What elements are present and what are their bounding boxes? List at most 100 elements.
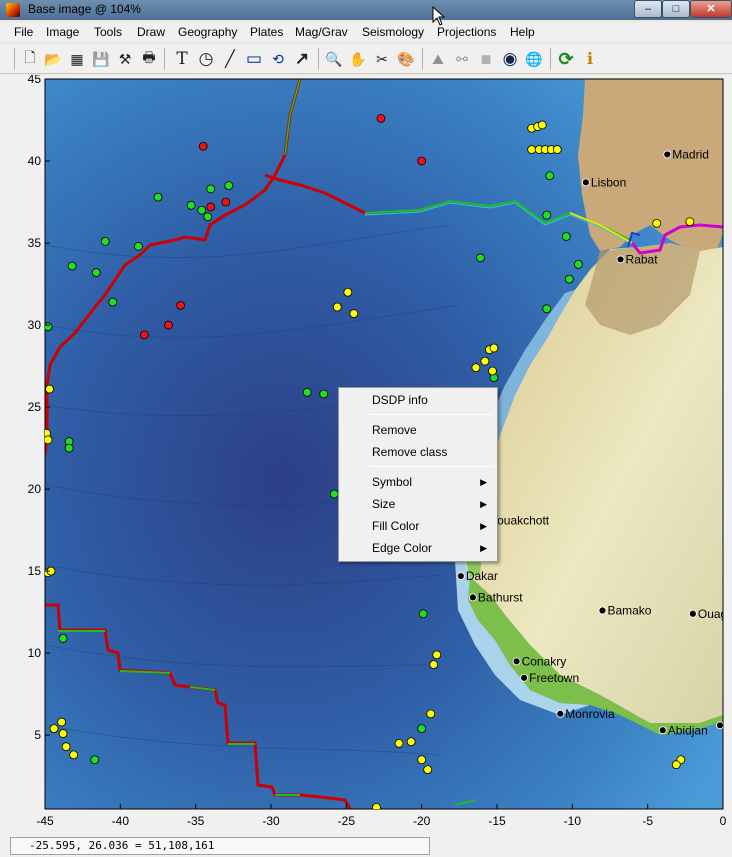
text-icon[interactable]: T bbox=[172, 49, 192, 69]
color-palette-icon[interactable]: 🎨 bbox=[396, 49, 416, 69]
dsdp-site-marker-yellow[interactable] bbox=[394, 738, 404, 748]
menu-item-remove[interactable]: Remove bbox=[339, 420, 497, 440]
menu-tools[interactable]: Tools bbox=[94, 25, 122, 39]
dsdp-site-marker-green[interactable] bbox=[564, 274, 574, 284]
dsdp-site-marker-yellow[interactable] bbox=[58, 729, 68, 738]
dsdp-site-marker-green[interactable] bbox=[44, 322, 53, 332]
dsdp-site-marker-green[interactable] bbox=[203, 212, 213, 222]
dsdp-site-marker-yellow[interactable] bbox=[57, 717, 66, 727]
dsdp-site-marker-green[interactable] bbox=[418, 609, 428, 619]
dsdp-site-marker-yellow[interactable] bbox=[471, 363, 481, 373]
dsdp-site-marker-yellow[interactable] bbox=[406, 737, 416, 747]
dsdp-site-marker-yellow[interactable] bbox=[349, 309, 359, 318]
dsdp-site-marker-yellow[interactable] bbox=[426, 709, 436, 719]
dsdp-site-marker-yellow[interactable] bbox=[652, 218, 662, 228]
dsdp-site-marker-green[interactable] bbox=[90, 755, 100, 765]
menu-mag-grav[interactable]: Mag/Grav bbox=[295, 25, 348, 39]
menu-item-size[interactable]: Size ▶ bbox=[339, 494, 497, 514]
print-icon[interactable]: 🖶 bbox=[139, 49, 159, 69]
dsdp-site-marker-green[interactable] bbox=[134, 241, 143, 251]
dsdp-site-marker-green[interactable] bbox=[186, 200, 196, 210]
mountain-icon[interactable]: ⛰ bbox=[428, 49, 448, 69]
menu-item-dsdp-info[interactable]: DSDP info bbox=[339, 390, 497, 410]
minimize-button[interactable]: – bbox=[634, 0, 662, 18]
dsdp-site-marker-red[interactable] bbox=[176, 300, 186, 310]
dsdp-site-marker-red[interactable] bbox=[164, 320, 173, 330]
menu-file[interactable]: File bbox=[14, 25, 33, 39]
info-icon[interactable]: ℹ bbox=[580, 49, 600, 69]
dsdp-site-marker-red[interactable] bbox=[198, 141, 208, 151]
new-icon[interactable]: 🗋 bbox=[20, 49, 40, 69]
dsdp-site-marker-red[interactable] bbox=[376, 113, 386, 123]
dsdp-site-marker-red[interactable] bbox=[206, 202, 216, 212]
dsdp-site-marker-green[interactable] bbox=[542, 210, 552, 220]
dsdp-site-marker-yellow[interactable] bbox=[488, 366, 497, 376]
dsdp-site-marker-green[interactable] bbox=[542, 304, 552, 314]
zoom-icon[interactable]: 🔍 bbox=[324, 49, 344, 69]
rotate-icon[interactable]: ⟲ bbox=[268, 49, 288, 69]
menu-projections[interactable]: Projections bbox=[437, 25, 496, 39]
dsdp-site-marker-green[interactable] bbox=[91, 268, 101, 277]
dsdp-site-marker-green[interactable] bbox=[319, 389, 329, 399]
dsdp-site-marker-yellow[interactable] bbox=[429, 660, 439, 670]
dsdp-site-marker-green[interactable] bbox=[100, 237, 110, 246]
scissors-icon[interactable]: ✂ bbox=[372, 49, 392, 69]
menu-help[interactable]: Help bbox=[510, 25, 535, 39]
dsdp-site-marker-green[interactable] bbox=[197, 205, 207, 215]
dsdp-site-marker-red[interactable] bbox=[417, 156, 427, 166]
dsdp-site-marker-yellow[interactable] bbox=[527, 145, 537, 154]
image-icon[interactable]: ▦ bbox=[67, 49, 87, 69]
menu-seismology[interactable]: Seismology bbox=[362, 25, 424, 39]
rectangle-icon[interactable]: ▭ bbox=[244, 49, 264, 69]
dsdp-site-marker-yellow[interactable] bbox=[45, 384, 54, 394]
tools-icon[interactable]: ⚒ bbox=[115, 49, 135, 69]
dsdp-site-marker-yellow[interactable] bbox=[49, 724, 59, 734]
menu-item-remove-class[interactable]: Remove class bbox=[339, 442, 497, 462]
dsdp-site-marker-green[interactable] bbox=[153, 192, 163, 202]
save-icon[interactable]: 💾 bbox=[91, 49, 111, 69]
menu-draw[interactable]: Draw bbox=[137, 25, 165, 39]
dsdp-site-marker-yellow[interactable] bbox=[685, 217, 695, 227]
dsdp-site-marker-yellow[interactable] bbox=[537, 120, 547, 130]
pan-hand-icon[interactable]: ✋ bbox=[348, 49, 368, 69]
maximize-button[interactable]: □ bbox=[662, 0, 690, 18]
dsdp-site-marker-yellow[interactable] bbox=[671, 760, 681, 770]
dsdp-site-marker-red[interactable] bbox=[140, 330, 149, 340]
dsdp-site-marker-yellow[interactable] bbox=[480, 356, 490, 366]
dsdp-site-marker-green[interactable] bbox=[108, 297, 118, 307]
dsdp-site-marker-green[interactable] bbox=[206, 184, 216, 194]
dsdp-site-marker-green[interactable] bbox=[573, 259, 583, 269]
globe-icon[interactable]: 🌐 bbox=[524, 49, 544, 69]
dsdp-site-marker-green[interactable] bbox=[476, 253, 485, 263]
dsdp-site-marker-yellow[interactable] bbox=[372, 802, 381, 811]
dsdp-site-marker-red[interactable] bbox=[221, 197, 231, 207]
dsdp-site-marker-green[interactable] bbox=[67, 261, 77, 271]
dsdp-site-marker-green[interactable] bbox=[224, 181, 234, 191]
grey-square-icon[interactable]: ■ bbox=[476, 49, 496, 69]
clock-icon[interactable]: ◷ bbox=[196, 49, 216, 69]
dsdp-site-marker-green[interactable] bbox=[302, 387, 312, 397]
menu-item-symbol[interactable]: Symbol ▶ bbox=[339, 472, 497, 492]
planet-icon[interactable]: ◉ bbox=[500, 49, 520, 69]
dsdp-site-marker-green[interactable] bbox=[417, 724, 427, 734]
line-icon[interactable]: ╱ bbox=[220, 49, 240, 69]
dsdp-site-marker-yellow[interactable] bbox=[423, 765, 433, 775]
menu-image[interactable]: Image bbox=[46, 25, 79, 39]
menu-plates[interactable]: Plates bbox=[250, 25, 283, 39]
dsdp-site-marker-yellow[interactable] bbox=[432, 650, 442, 660]
dsdp-site-marker-yellow[interactable] bbox=[61, 742, 71, 752]
dsdp-site-marker-green[interactable] bbox=[58, 633, 68, 643]
refresh-icon[interactable]: ⟳ bbox=[556, 49, 576, 69]
dsdp-site-marker-yellow[interactable] bbox=[332, 302, 342, 312]
menu-geography[interactable]: Geography bbox=[178, 25, 237, 39]
menu-item-fill-color[interactable]: Fill Color ▶ bbox=[339, 516, 497, 536]
open-folder-icon[interactable]: 📂 bbox=[43, 49, 63, 69]
dsdp-site-marker-yellow[interactable] bbox=[552, 145, 562, 154]
arrow-icon[interactable]: ↗ bbox=[292, 49, 312, 69]
menu-item-edge-color[interactable]: Edge Color ▶ bbox=[339, 538, 497, 558]
dsdp-site-marker-yellow[interactable] bbox=[417, 755, 427, 765]
dsdp-site-marker-green[interactable] bbox=[561, 232, 571, 241]
dsdp-site-marker-green[interactable] bbox=[545, 171, 555, 181]
dsdp-site-marker-yellow[interactable] bbox=[489, 343, 499, 353]
dsdp-site-marker-green[interactable] bbox=[64, 443, 74, 453]
